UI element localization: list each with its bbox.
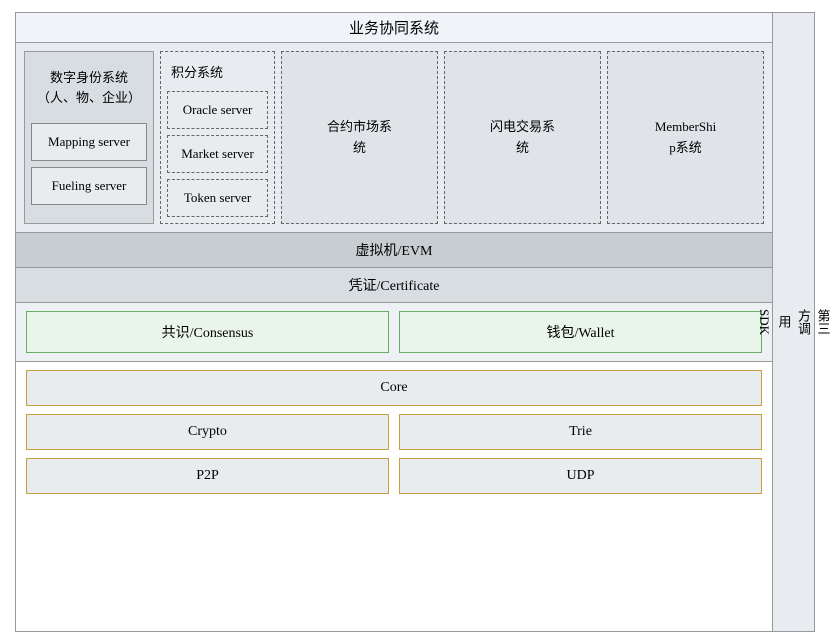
p2p-udp-row: P2P UDP <box>16 454 772 502</box>
digital-identity-label: 数字身份系统（人、物、企业） <box>37 70 141 105</box>
sdk-label: 第三方调用SDK <box>755 309 830 335</box>
evm-row: 虚拟机/EVM <box>16 233 772 268</box>
consensus-wallet-row: 共识/Consensus 钱包/Wallet <box>16 303 772 362</box>
mapping-server-label: Mapping server <box>48 134 130 149</box>
udp-label: UDP <box>566 468 594 483</box>
flash-trade-label: 闪电交易系统 <box>490 117 555 159</box>
flash-trade-box: 闪电交易系统 <box>444 51 601 224</box>
sdk-panel: 第三方调用SDK <box>773 12 815 632</box>
fueling-server-box: Fueling server <box>31 167 147 205</box>
market-server-label: Market server <box>181 146 254 161</box>
p2p-label: P2P <box>196 468 219 483</box>
mapping-server-box: Mapping server <box>31 123 147 161</box>
wallet-label: 钱包/Wallet <box>546 326 614 341</box>
jifenxi-label: 积分系统 <box>167 58 268 85</box>
trie-box: Trie <box>399 414 762 450</box>
oracle-server-label: Oracle server <box>183 102 253 117</box>
fueling-server-label: Fueling server <box>52 178 127 193</box>
membership-label: MemberShip系统 <box>655 117 716 159</box>
main-content: 业务协同系统 数字身份系统（人、物、企业） Mapping server Fue… <box>15 12 773 632</box>
trie-label: Trie <box>569 424 592 439</box>
market-server-box: Market server <box>167 135 268 173</box>
crypto-label: Crypto <box>188 424 227 439</box>
wallet-box: 钱包/Wallet <box>399 311 762 353</box>
left-group: 数字身份系统（人、物、企业） Mapping server Fueling se… <box>24 51 154 224</box>
membership-box: MemberShip系统 <box>607 51 764 224</box>
token-server-box: Token server <box>167 179 268 217</box>
udp-box: UDP <box>399 458 762 494</box>
consensus-box: 共识/Consensus <box>26 311 389 353</box>
contract-market-box: 合约市场系统 <box>281 51 438 224</box>
contract-market-label: 合约市场系统 <box>327 117 392 159</box>
oracle-server-box: Oracle server <box>167 91 268 129</box>
middle-group: 积分系统 Oracle server Market server Token s… <box>160 51 275 224</box>
p2p-box: P2P <box>26 458 389 494</box>
cert-row: 凭证/Certificate <box>16 268 772 303</box>
architecture-diagram: 业务协同系统 数字身份系统（人、物、企业） Mapping server Fue… <box>15 12 815 632</box>
crypto-box: Crypto <box>26 414 389 450</box>
biz-system-header: 业务协同系统 <box>16 13 772 43</box>
core-box: Core <box>26 370 762 406</box>
biz-title: 业务协同系统 <box>349 21 439 37</box>
consensus-label: 共识/Consensus <box>162 326 254 341</box>
core-label: Core <box>380 380 407 395</box>
top-section: 数字身份系统（人、物、企业） Mapping server Fueling se… <box>16 43 772 233</box>
jifenxi-text: 积分系统 <box>171 65 223 80</box>
digital-identity-box: 数字身份系统（人、物、企业） <box>31 58 147 117</box>
cert-label: 凭证/Certificate <box>349 279 440 294</box>
evm-label: 虚拟机/EVM <box>356 244 433 259</box>
token-server-label: Token server <box>184 190 251 205</box>
crypto-trie-row: Crypto Trie <box>16 410 772 454</box>
